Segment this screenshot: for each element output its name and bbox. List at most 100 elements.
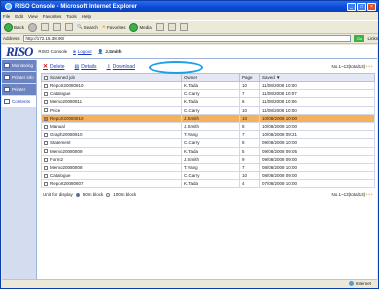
table-row[interactable]: Catalogue C.Carry 7 11/08/2008 10:07 <box>41 89 375 99</box>
table-row[interactable]: Catalogue C.Carry 10 08/08/2008 09:00 <box>41 171 375 181</box>
table-row[interactable]: Manual J.Smith 8 10/08/2008 10:00 <box>41 121 375 132</box>
favorites-button[interactable]: ★ Favorites <box>102 24 126 30</box>
page-cell: 7 <box>239 162 260 173</box>
col-page[interactable]: Page <box>239 73 260 82</box>
download-icon: ⇩ <box>106 63 111 70</box>
job-name-cell[interactable]: Memo20080811 <box>41 97 182 107</box>
job-name-cell[interactable]: Price <box>41 105 182 115</box>
logout-link[interactable]: ■ Logout <box>73 49 91 54</box>
sidebar-item-contents[interactable]: Contents <box>2 96 36 107</box>
highlight-circle <box>149 61 203 74</box>
menu-file[interactable]: File <box>3 14 10 19</box>
owner-cell: K.Tada <box>181 146 240 156</box>
sidebar-item-printer-info[interactable]: Printer info <box>2 72 36 83</box>
row-checkbox[interactable] <box>44 100 48 105</box>
job-name-cell[interactable]: Memo20080809 <box>41 146 182 156</box>
stop-button[interactable] <box>41 23 50 31</box>
row-checkbox[interactable] <box>44 149 48 154</box>
owner-cell: C.Carry <box>181 105 240 115</box>
pager-top: No.1~13(total13)+++ <box>331 64 373 69</box>
download-button[interactable]: ⇩ Download <box>107 64 135 70</box>
job-name-cell[interactable]: Memo20080808 <box>41 162 182 173</box>
table-row[interactable]: Report20080810 K.Tada 10 11/08/2008 10:00 <box>41 80 375 91</box>
owner-cell: K.Tada <box>181 80 240 91</box>
col-owner[interactable]: Owner <box>181 73 240 82</box>
saved-cell: 08/08/2008 09:00 <box>259 171 375 181</box>
search-button[interactable]: 🔍 Search <box>77 24 98 30</box>
sidebar: Monitoring Printer info Printer Contents <box>2 60 37 280</box>
job-name-cell[interactable]: Catalogue <box>41 171 182 181</box>
table-row[interactable]: Report20080810 J.Smith 10 10/08/2008 10:00 <box>41 113 375 123</box>
owner-cell: K.Tada <box>181 97 240 107</box>
refresh-button[interactable] <box>53 23 62 31</box>
forward-button[interactable] <box>28 22 38 32</box>
sidebar-item-printer[interactable]: Printer <box>2 84 36 95</box>
col-saved[interactable]: Saved ▼ <box>259 73 375 82</box>
menu-tools[interactable]: Tools <box>66 14 77 19</box>
owner-cell: J.Smith <box>181 154 240 164</box>
back-button[interactable]: Back <box>4 22 24 32</box>
minimize-button[interactable]: _ <box>347 2 356 11</box>
table-row[interactable]: Price C.Carry 10 11/08/2008 10:00 <box>41 105 375 115</box>
sidebar-item-monitoring[interactable]: Monitoring <box>2 60 36 71</box>
user-icon: 👤 <box>97 48 104 54</box>
row-checkbox[interactable] <box>44 92 48 97</box>
row-checkbox[interactable] <box>44 133 48 138</box>
menu-view[interactable]: View <box>28 14 38 19</box>
job-name-cell[interactable]: Manual <box>41 121 182 132</box>
row-checkbox[interactable] <box>44 173 48 178</box>
row-checkbox[interactable] <box>44 182 48 187</box>
info-icon <box>4 75 10 80</box>
table-row[interactable]: Form2 J.Smith 9 09/08/2008 09:00 <box>41 154 375 164</box>
page-cell: 7 <box>239 130 260 140</box>
saved-cell: 10/08/2008 10:00 <box>259 121 375 132</box>
home-button[interactable] <box>65 23 74 31</box>
job-name-cell[interactable]: Report20080810 <box>41 80 182 91</box>
media-button[interactable]: Media <box>129 22 152 32</box>
job-name-cell[interactable]: Catalogue <box>41 89 182 99</box>
job-name-cell[interactable]: Form2 <box>41 154 182 164</box>
row-checkbox[interactable] <box>44 124 48 129</box>
close-button[interactable]: × <box>367 2 376 11</box>
table-row[interactable]: Memo20080809 K.Tada 5 09/08/2008 09:05 <box>41 146 375 156</box>
mail-button[interactable] <box>167 23 176 31</box>
row-checkbox[interactable] <box>44 108 48 113</box>
select-all-checkbox[interactable] <box>44 75 48 80</box>
table-row[interactable]: Report20080807 K.Tada 4 07/08/2008 10:00 <box>41 179 375 189</box>
radio-100m[interactable] <box>106 192 111 197</box>
table-row[interactable]: Graph20080810 T.Yang 7 10/08/2008 09:21 <box>41 130 375 140</box>
col-scanned-job[interactable]: Scanned job <box>41 73 182 82</box>
job-name-cell[interactable]: Report20080807 <box>41 179 182 189</box>
saved-cell: 07/08/2008 10:00 <box>259 179 375 189</box>
saved-cell: 09/08/2008 09:05 <box>259 146 375 156</box>
radio-50m[interactable] <box>75 192 80 197</box>
go-button[interactable]: Go <box>354 35 365 42</box>
job-name-cell[interactable]: Statement <box>41 138 182 148</box>
row-checkbox[interactable] <box>44 141 48 146</box>
menu-bar: File Edit View Favorites Tools Help <box>1 12 378 20</box>
search-icon: 🔍 <box>77 24 83 29</box>
menu-help[interactable]: Help <box>82 14 91 19</box>
owner-cell: T.Yang <box>181 162 240 173</box>
contents-icon <box>4 99 10 104</box>
menu-favorites[interactable]: Favorites <box>43 14 62 19</box>
history-button[interactable] <box>155 23 164 31</box>
page-cell: 10 <box>239 113 260 123</box>
row-checkbox[interactable] <box>44 116 48 121</box>
maximize-button[interactable]: □ <box>357 2 366 11</box>
links-button[interactable]: Links <box>367 36 378 41</box>
details-button[interactable]: ▤ Details <box>74 64 96 70</box>
delete-button[interactable]: ✕ Delete <box>43 63 64 71</box>
job-name-cell[interactable]: Graph20080810 <box>41 130 182 140</box>
table-row[interactable]: Memo20080811 K.Tada 6 11/08/2008 10:06 <box>41 97 375 107</box>
address-input[interactable]: http://172.16.38.90/ <box>22 35 352 42</box>
print-button[interactable] <box>179 23 188 31</box>
job-name-cell[interactable]: Report20080810 <box>41 113 182 123</box>
row-checkbox[interactable] <box>44 165 48 170</box>
menu-edit[interactable]: Edit <box>15 14 23 19</box>
row-checkbox[interactable] <box>44 83 48 88</box>
table-row[interactable]: Statement C.Carry 8 09/08/2008 10:00 <box>41 138 375 148</box>
table-row[interactable]: Memo20080808 T.Yang 7 08/08/2008 10:00 <box>41 162 375 173</box>
star-icon: ★ <box>101 24 106 29</box>
row-checkbox[interactable] <box>44 157 48 162</box>
